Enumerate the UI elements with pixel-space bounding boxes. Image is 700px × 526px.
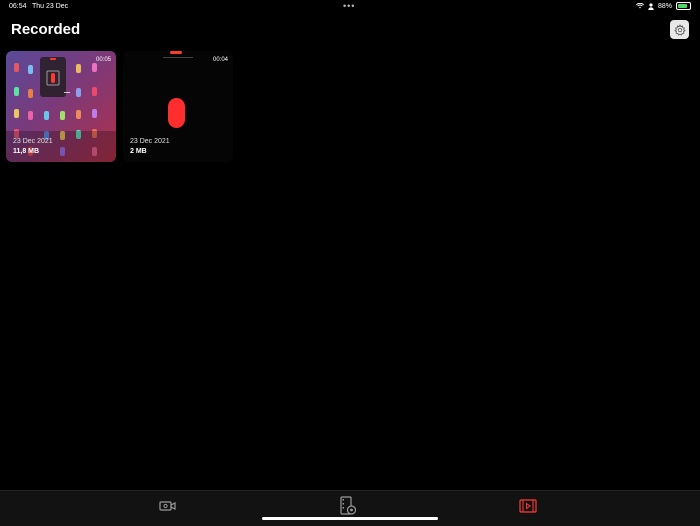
- tab-edit[interactable]: [338, 496, 358, 516]
- tab-bar: [0, 490, 700, 526]
- battery-fill: [678, 4, 687, 8]
- recording-size: 11,8 MB: [13, 148, 40, 155]
- person-icon: [648, 2, 654, 10]
- home-indicator[interactable]: [262, 517, 438, 520]
- film-strip-icon: [519, 499, 537, 513]
- recording-duration: 00:05: [95, 57, 111, 63]
- recording-card-1[interactable]: 00:05 23 Dec 2021 11,8 MB: [6, 51, 116, 162]
- settings-button[interactable]: [670, 20, 689, 39]
- status-time: 06:54: [9, 3, 27, 10]
- multitask-dots-icon[interactable]: •••: [343, 1, 355, 11]
- recording-date: 23 Dec 2021: [13, 138, 53, 145]
- recording-duration: 00:04: [212, 57, 228, 63]
- gear-icon: [673, 23, 686, 36]
- status-right: 88%: [635, 2, 691, 10]
- record-button-preview: [168, 98, 185, 128]
- battery-icon: [676, 2, 691, 10]
- video-camera-icon: [159, 501, 176, 511]
- wifi-icon: [635, 3, 644, 9]
- recording-card-2[interactable]: 00:04 23 Dec 2021 2 MB: [123, 51, 233, 162]
- status-bar: 06:54 Thu 23 Dec ••• 88%: [0, 0, 700, 14]
- recording-date: 23 Dec 2021: [130, 138, 170, 145]
- tab-library[interactable]: [518, 496, 538, 516]
- battery-percent: 88%: [657, 2, 672, 10]
- film-edit-icon: [340, 496, 357, 515]
- page-title: Recorded: [11, 21, 81, 38]
- thumbnail-image: [6, 57, 116, 162]
- recording-size: 2 MB: [130, 148, 147, 155]
- tab-record[interactable]: [158, 496, 178, 516]
- status-date: Thu 23 Dec: [32, 3, 69, 10]
